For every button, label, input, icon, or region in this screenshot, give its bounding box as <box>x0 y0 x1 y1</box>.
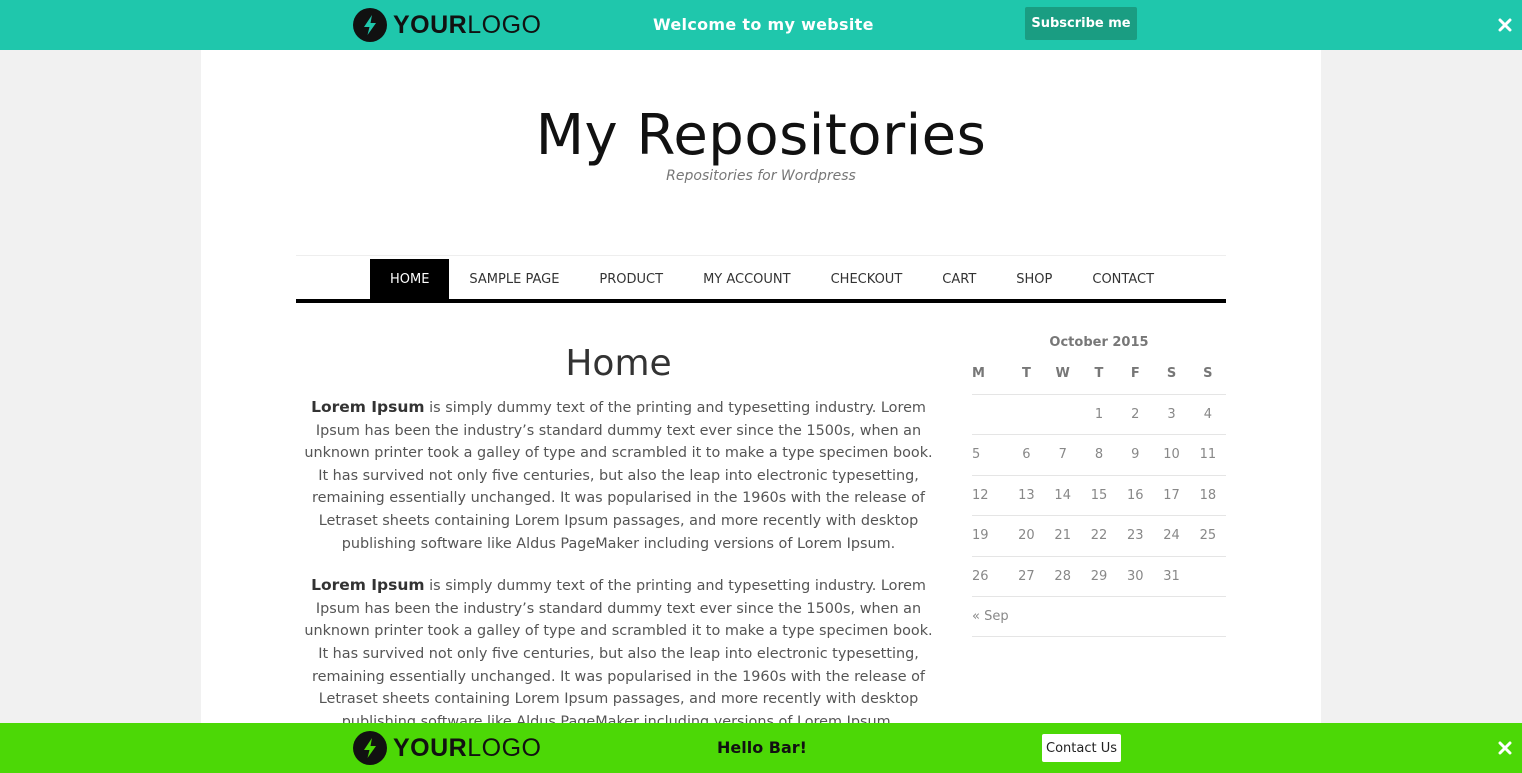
calendar-prev-month-link[interactable]: « Sep <box>972 597 1226 637</box>
calendar-day: 9 <box>1117 434 1154 476</box>
calendar-day: 21 <box>1044 515 1081 557</box>
nav-item-cart[interactable]: CART <box>922 259 996 299</box>
nav-item-product[interactable]: PRODUCT <box>579 259 683 299</box>
calendar-day: 14 <box>1044 475 1081 516</box>
calendar-day: 11 <box>1189 434 1226 476</box>
calendar-day: 12 <box>972 475 1009 516</box>
calendar-day: 20 <box>1008 515 1045 557</box>
calendar-week-row: 19 20 21 22 23 24 25 <box>972 515 1226 557</box>
content-paragraph: Lorem Ipsum is simply dummy text of the … <box>296 574 941 733</box>
calendar-day <box>972 394 1009 435</box>
calendar-week-row: 5 6 7 8 9 10 11 <box>972 434 1226 476</box>
calendar-day: 26 <box>972 556 1009 597</box>
calendar-day: 28 <box>1044 556 1081 597</box>
calendar-day: 24 <box>1153 515 1190 557</box>
calendar-table: MTWTFSS 1 2 3 4 5 6 7 8 9 10 11 12 13 14 15 16 17 18 19 20 2… <box>972 354 1226 597</box>
calendar-day: 25 <box>1189 515 1226 557</box>
nav-item-contact[interactable]: CONTACT <box>1072 259 1174 299</box>
calendar-week-row: 1234 <box>972 394 1226 435</box>
paragraph-lead: Lorem Ipsum <box>311 576 425 595</box>
nav-item-shop[interactable]: SHOP <box>996 259 1072 299</box>
calendar-day: 22 <box>1080 515 1118 557</box>
calendar-day: 23 <box>1117 515 1154 557</box>
calendar-day: 8 <box>1080 434 1118 476</box>
logo-wordmark: YOURLOGO <box>393 11 542 39</box>
bottom-logo[interactable]: YOURLOGO <box>353 731 541 765</box>
main-content: Home Lorem Ipsum is simply dummy text of… <box>296 340 941 752</box>
calendar-day: 27 <box>1008 556 1045 597</box>
nav-item-home[interactable]: HOME <box>369 259 450 299</box>
calendar-day: 10 <box>1153 434 1190 476</box>
calendar-day <box>1008 394 1045 435</box>
calendar-day: 13 <box>1008 475 1045 516</box>
calendar-weekday: T <box>1080 354 1118 395</box>
nav-item-checkout[interactable]: CHECKOUT <box>811 259 923 299</box>
calendar-week-row: 12 13 14 15 16 17 18 <box>972 475 1226 516</box>
calendar-day <box>1189 556 1226 597</box>
calendar-day: 19 <box>972 515 1009 557</box>
close-icon[interactable] <box>1498 741 1512 755</box>
nav-item-sample-page[interactable]: SAMPLE PAGE <box>449 259 579 299</box>
top-hello-bar: YOURLOGO Welcome to my website Subscribe… <box>0 0 1522 50</box>
calendar-weekday: F <box>1117 354 1154 395</box>
calendar-day: 4 <box>1189 394 1226 435</box>
calendar-day: 5 <box>972 434 1009 476</box>
subscribe-button[interactable]: Subscribe me <box>1025 7 1137 40</box>
paragraph-lead: Lorem Ipsum <box>311 398 425 416</box>
page-heading: Home <box>565 343 672 384</box>
calendar-day: 18 <box>1189 475 1226 516</box>
calendar-day: 2 <box>1117 394 1154 435</box>
close-icon[interactable] <box>1498 18 1512 32</box>
calendar-day: 3 <box>1153 394 1190 435</box>
calendar-day: 7 <box>1044 434 1081 476</box>
calendar-day: 31 <box>1153 556 1190 597</box>
lightning-bolt-icon <box>353 731 387 765</box>
calendar-day <box>1044 394 1081 435</box>
calendar-day: 15 <box>1080 475 1118 516</box>
paragraph-text: is simply dummy text of the printing and… <box>304 578 933 730</box>
top-bar-message: Welcome to my website <box>653 15 874 34</box>
contact-us-button[interactable]: Contact Us <box>1042 734 1121 762</box>
site-tagline: Repositories for Wordpress <box>666 168 856 184</box>
calendar-weekday: S <box>1189 354 1226 395</box>
logo-wordmark: YOURLOGO <box>393 734 542 762</box>
site-title[interactable]: My Repositories <box>201 103 1321 168</box>
calendar-widget: October 2015 MTWTFSS 1 2 3 4 5 6 7 8 9 10 11 12 13 14… <box>972 332 1226 637</box>
top-logo[interactable]: YOURLOGO <box>353 8 541 42</box>
nav-item-my-account[interactable]: MY ACCOUNT <box>683 259 811 299</box>
calendar-week-row: 26 27 28 29 30 31 <box>972 556 1226 597</box>
calendar-weekday: W <box>1044 354 1081 395</box>
calendar-caption: October 2015 <box>1049 335 1149 350</box>
paragraph-text: is simply dummy text of the printing and… <box>304 400 933 552</box>
calendar-day: 16 <box>1117 475 1154 516</box>
main-navigation: HOME SAMPLE PAGE PRODUCT MY ACCOUNT CHECKOUT… <box>296 255 1226 303</box>
calendar-day: 29 <box>1080 556 1118 597</box>
calendar-weekday: M <box>972 354 1009 395</box>
content-paragraph: Lorem Ipsum is simply dummy text of the … <box>296 396 941 555</box>
bottom-bar-message: Hello Bar! <box>717 738 807 757</box>
calendar-day: 1 <box>1080 394 1118 435</box>
lightning-bolt-icon <box>353 8 387 42</box>
calendar-day: 30 <box>1117 556 1154 597</box>
calendar-day: 6 <box>1008 434 1045 476</box>
calendar-day: 17 <box>1153 475 1190 516</box>
page-container: My Repositories Repositories for Wordpre… <box>201 50 1321 773</box>
calendar-weekday: S <box>1153 354 1190 395</box>
bottom-hello-bar: YOURLOGO Hello Bar! Contact Us <box>0 723 1522 773</box>
calendar-weekday: T <box>1008 354 1045 395</box>
